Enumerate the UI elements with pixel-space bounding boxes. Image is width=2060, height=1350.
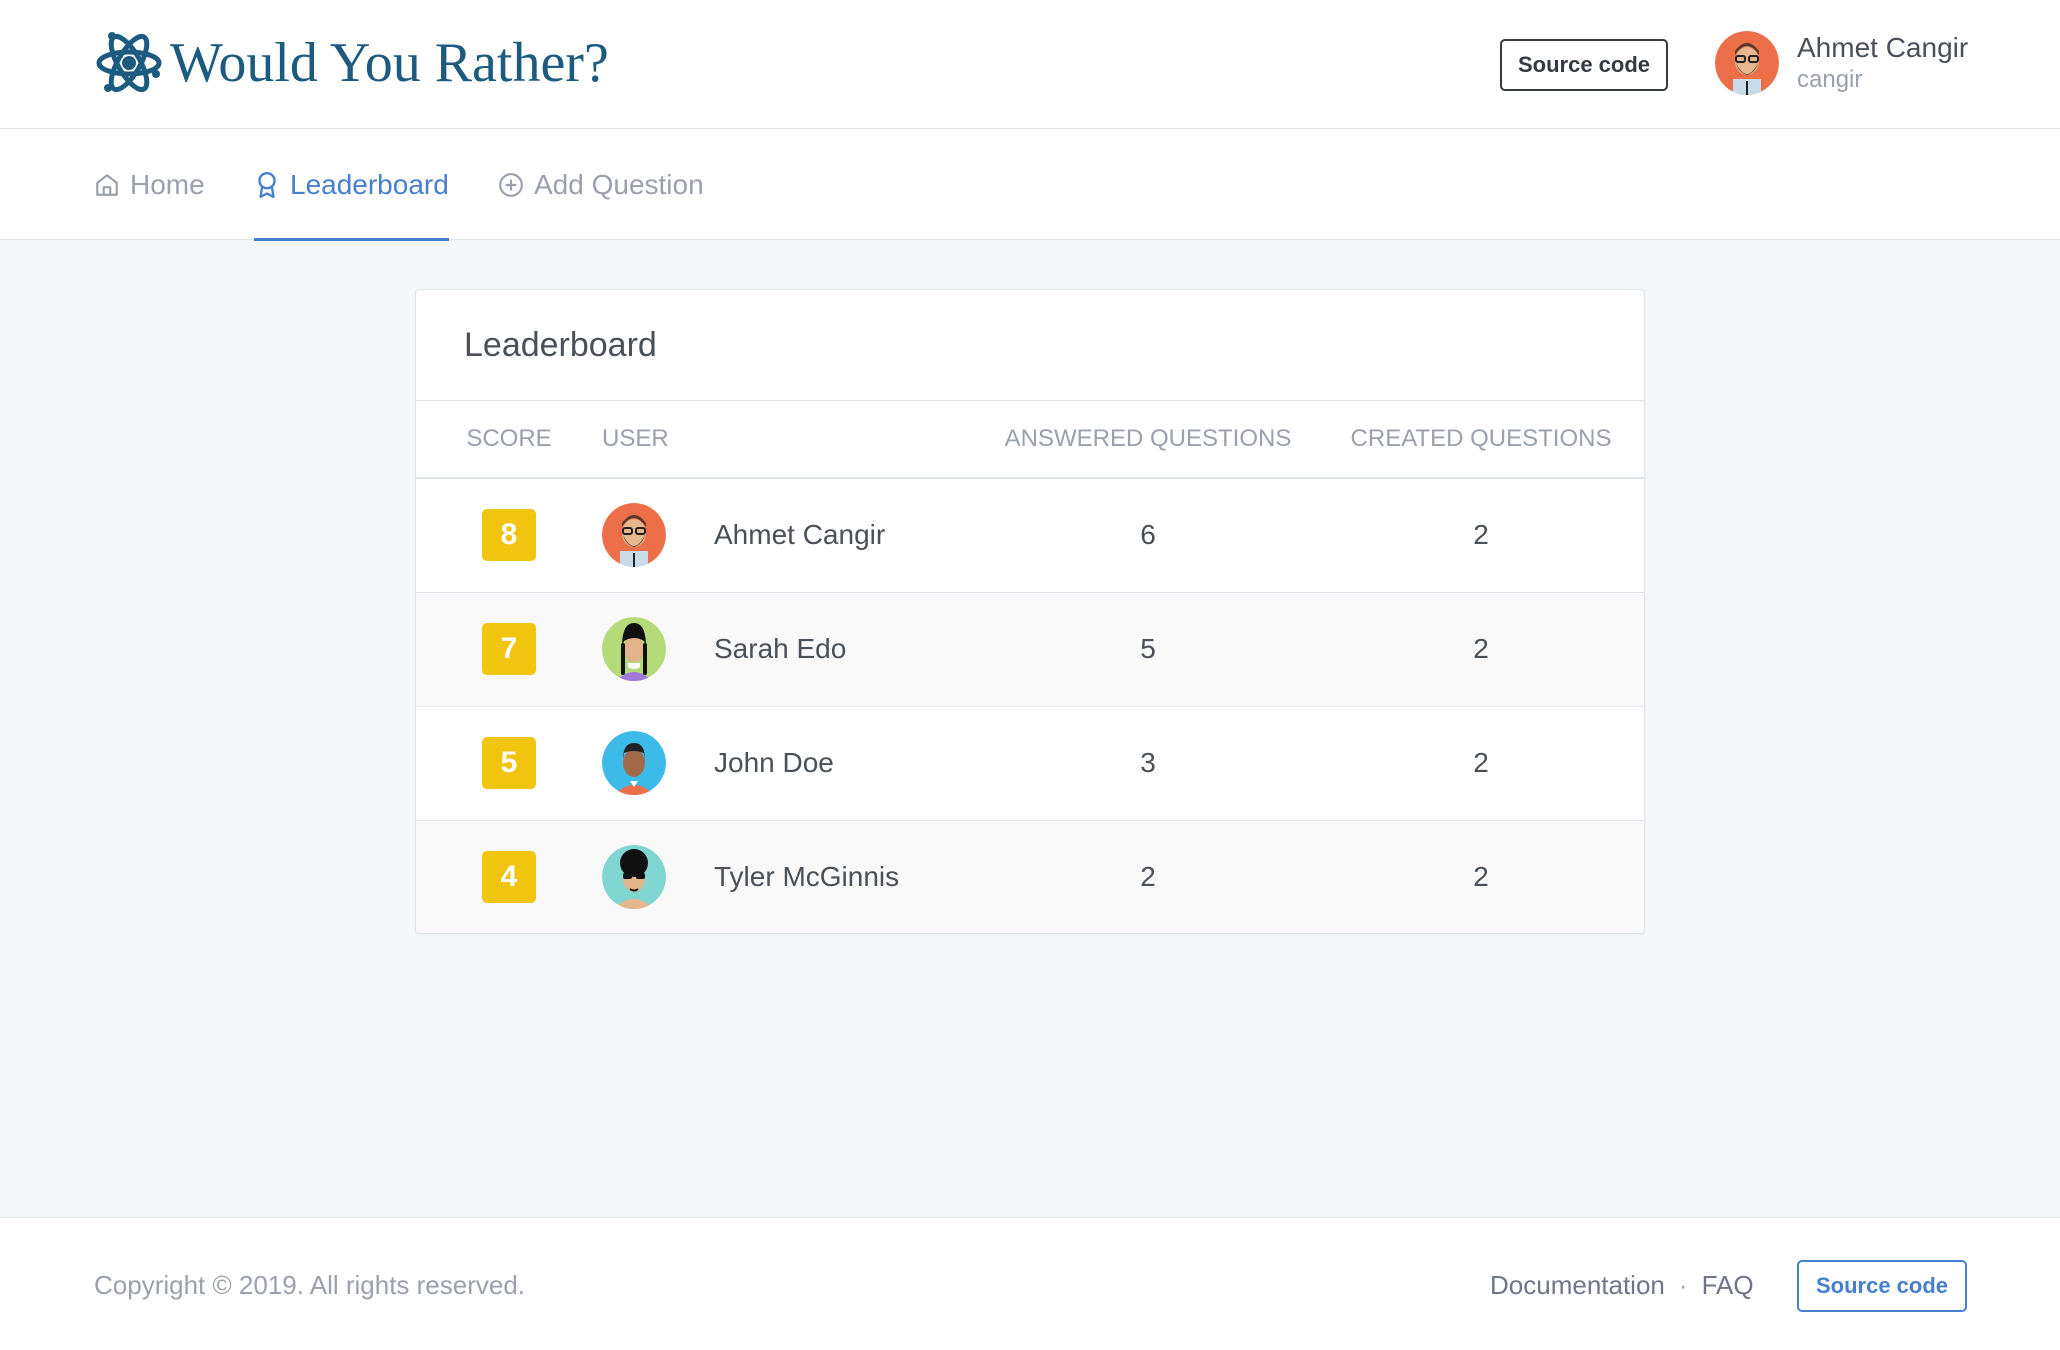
table-row: 7 Sarah Edo 5 2 xyxy=(416,592,1644,707)
user-name-cell: John Doe xyxy=(698,706,978,821)
score-badge: 8 xyxy=(482,509,536,562)
column-header-score: Score xyxy=(416,401,602,479)
created-count: 2 xyxy=(1318,592,1644,707)
source-code-button[interactable]: Source code xyxy=(1500,39,1668,91)
leaderboard-table: Score User Answered Questions Created Qu… xyxy=(416,401,1644,933)
nav-item-label: Leaderboard xyxy=(290,168,449,200)
card-title: Leaderboard xyxy=(464,325,657,364)
copyright-text: Copyright © 2019. All rights reserved. xyxy=(94,1270,526,1300)
table-row: 4 Tyler McGinnis 2 2 xyxy=(416,820,1644,933)
footer-source-code-button[interactable]: Source code xyxy=(1797,1260,1967,1312)
table-row: 5 John Doe 3 2 xyxy=(416,706,1644,821)
column-header-created: Created Questions xyxy=(1318,401,1644,479)
nav-item-home[interactable]: Home xyxy=(94,129,205,240)
bearded-man-glasses-avatar xyxy=(602,503,666,568)
created-count: 2 xyxy=(1318,706,1644,821)
table-header-row: Score User Answered Questions Created Qu… xyxy=(416,401,1644,479)
user-profile[interactable]: Ahmet Cangir cangir xyxy=(1715,31,1968,95)
answered-count: 2 xyxy=(978,820,1318,933)
man-avatar xyxy=(602,731,666,795)
answered-count: 6 xyxy=(978,478,1318,593)
home-icon xyxy=(96,173,118,196)
documentation-link[interactable]: Documentation xyxy=(1490,1270,1665,1301)
app-title: Would You Rather? xyxy=(170,32,609,94)
atom-icon xyxy=(96,32,162,93)
main-nav: Home Leaderboard Add Question xyxy=(0,129,2060,241)
app-footer: Copyright © 2019. All rights reserved. D… xyxy=(0,1217,2060,1350)
faq-link[interactable]: FAQ xyxy=(1702,1270,1754,1301)
footer-links: Documentation · FAQ xyxy=(1490,1270,1754,1301)
nav-item-add-question[interactable]: Add Question xyxy=(498,129,704,240)
bearded-man-glasses-avatar xyxy=(1715,31,1779,95)
plus-circle-icon xyxy=(499,172,523,197)
woman-braids-avatar xyxy=(602,617,666,681)
score-badge: 4 xyxy=(482,851,536,904)
answered-count: 3 xyxy=(978,706,1318,821)
table-row: 8 Ahmet Cangir 6 2 xyxy=(416,478,1644,593)
score-badge: 7 xyxy=(482,623,536,675)
brand[interactable]: Would You Rather? xyxy=(94,28,609,98)
answered-count: 5 xyxy=(978,592,1318,707)
link-separator: · xyxy=(1678,1270,1688,1300)
leaderboard-card: Leaderboard Score User Answered Question… xyxy=(415,289,1645,934)
nav-item-leaderboard[interactable]: Leaderboard xyxy=(254,129,449,241)
created-count: 2 xyxy=(1318,820,1644,933)
user-name-cell: Tyler McGinnis xyxy=(698,820,978,933)
nav-item-label: Add Question xyxy=(534,168,704,200)
card-header: Leaderboard xyxy=(416,290,1644,401)
created-count: 2 xyxy=(1318,478,1644,593)
user-handle: cangir xyxy=(1797,66,1863,93)
award-icon xyxy=(258,171,276,198)
column-header-answered: Answered Questions xyxy=(978,401,1318,479)
score-badge: 5 xyxy=(482,737,536,789)
man-sunglasses-avatar xyxy=(602,845,666,910)
column-header-user: User xyxy=(602,401,978,479)
user-name-cell: Sarah Edo xyxy=(698,592,978,707)
user-name: Ahmet Cangir xyxy=(1797,32,1969,63)
nav-item-label: Home xyxy=(130,168,205,200)
app-header: Would You Rather? Source code Ahmet Cang… xyxy=(0,0,2060,129)
user-name-cell: Ahmet Cangir xyxy=(698,478,978,593)
